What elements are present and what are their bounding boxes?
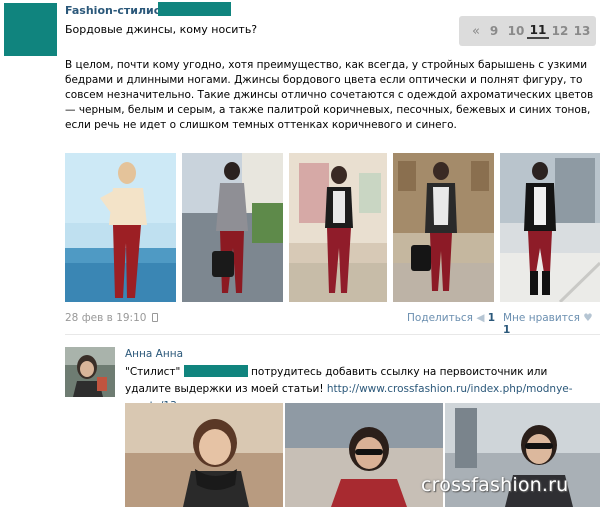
photo-2-image	[182, 153, 283, 302]
photo-5-image	[500, 153, 600, 302]
pagination: « 9 10 11 12 13	[459, 16, 596, 46]
share-label: Поделиться	[407, 312, 473, 324]
megaphone-icon: ◀	[476, 312, 485, 324]
share-count: 1	[487, 312, 496, 324]
page-13[interactable]: 13	[571, 24, 593, 38]
post-author[interactable]: Fashion-стилист	[65, 4, 167, 17]
photo-1-image	[65, 153, 176, 302]
comment-author[interactable]: Анна Анна	[125, 348, 183, 360]
like-button[interactable]: Мне нравится ♥ 1	[503, 312, 600, 336]
page-10[interactable]: 10	[505, 24, 527, 38]
post-body: В целом, почти кому угодно, хотя преимущ…	[65, 59, 594, 131]
post-photo-2[interactable]	[182, 153, 283, 302]
post-photo-5[interactable]	[500, 153, 600, 302]
post-date[interactable]: 28 фев в 19:10	[65, 312, 158, 324]
watermark: crossfashion.ru	[421, 474, 569, 496]
author-avatar[interactable]	[4, 3, 57, 56]
commenter-avatar[interactable]	[65, 347, 115, 397]
redacted-name-inline	[183, 365, 248, 377]
post-title: Бордовые джинсы, кому носить?	[65, 23, 258, 36]
photo-3-image	[289, 153, 387, 302]
photo-4-image	[393, 153, 494, 302]
page-12[interactable]: 12	[549, 24, 571, 38]
share-button[interactable]: Поделиться ◀ 1	[407, 312, 495, 324]
post-photo-3[interactable]	[289, 153, 387, 302]
page-9[interactable]: 9	[483, 24, 505, 38]
comment-prefix: "Стилист"	[125, 366, 181, 378]
post-photo-4[interactable]	[393, 153, 494, 302]
like-label: Мне нравится	[503, 312, 580, 324]
page-11-current[interactable]: 11	[527, 23, 549, 39]
post-photo-1[interactable]	[65, 153, 176, 302]
divider	[65, 334, 600, 335]
heart-icon: ♥	[583, 312, 593, 324]
commenter-avatar-image	[65, 347, 115, 397]
redacted-name-bar	[158, 2, 231, 16]
pagination-prev[interactable]: «	[469, 24, 483, 39]
mobile-icon	[151, 313, 158, 322]
